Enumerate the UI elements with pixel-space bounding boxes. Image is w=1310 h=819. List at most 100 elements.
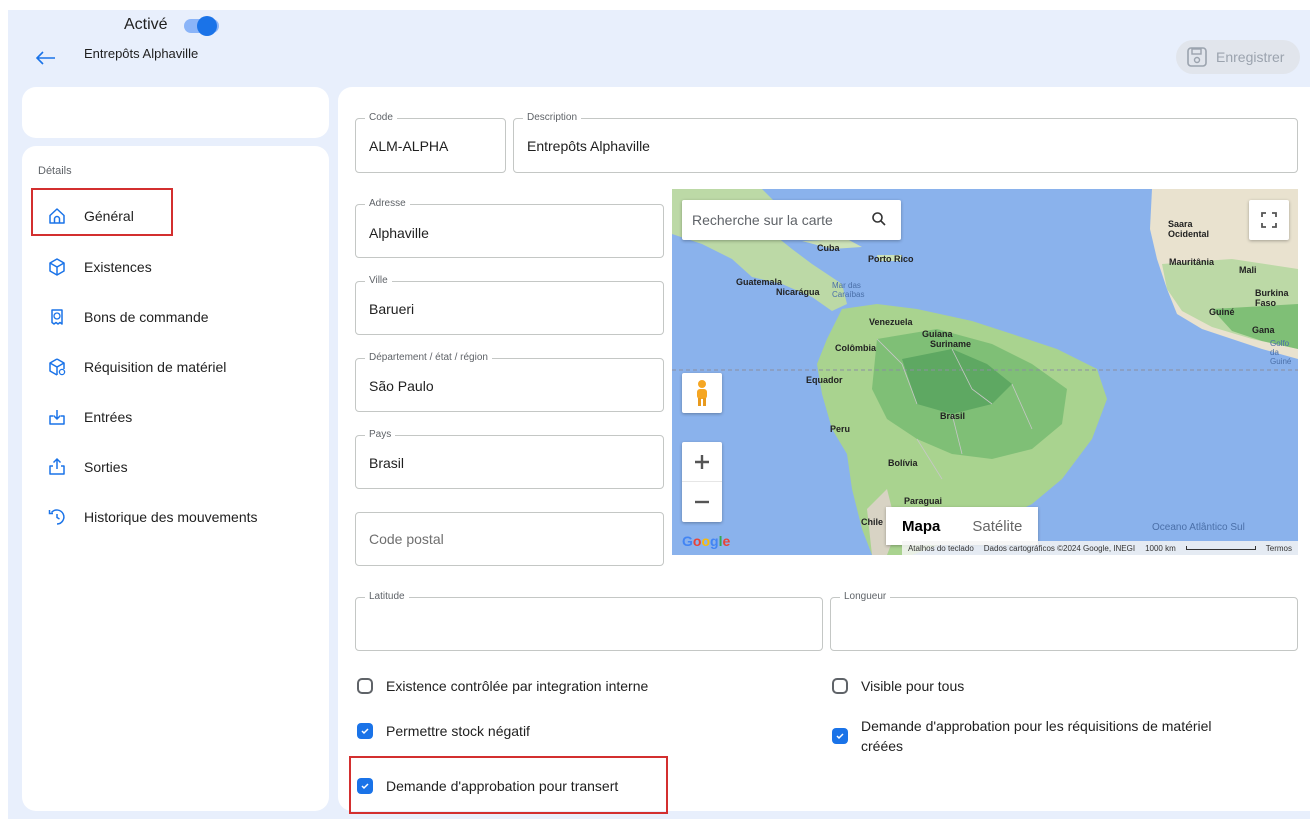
code-field[interactable]: Code ALM-ALPHA (355, 112, 506, 173)
active-toggle-knob[interactable] (197, 16, 217, 36)
internal-integration-label: Existence contrôlée par integration inte… (386, 678, 649, 694)
google-logo: Google (682, 533, 731, 549)
search-icon[interactable] (871, 211, 887, 227)
map-type-satellite[interactable]: Satélite (956, 507, 1038, 545)
code-value: ALM-ALPHA (369, 138, 449, 154)
map-search-input[interactable]: Recherche sur la carte (682, 200, 901, 240)
map-label-guatemala: Guatemala (736, 277, 783, 287)
download-icon (46, 406, 68, 428)
map-label-colombia: Colômbia (835, 343, 877, 353)
zoom-out-button[interactable] (682, 482, 722, 522)
longitude-field[interactable]: Longueur (830, 591, 1298, 651)
region-label: Département / état / région (365, 352, 492, 363)
box-icon (46, 256, 68, 278)
map-label-gana: Gana (1252, 325, 1275, 335)
code-label: Code (365, 112, 397, 123)
city-label: Ville (365, 275, 392, 286)
sidebar-item-exits[interactable]: Sorties (32, 447, 322, 487)
save-label: Enregistrer (1216, 49, 1285, 65)
sidebar-item-movement-history[interactable]: Historique des mouvements (32, 497, 322, 537)
map-label-western-sahara: Saara Ocidental (1168, 219, 1210, 239)
fullscreen-button[interactable] (1249, 200, 1289, 240)
city-value: Barueri (369, 301, 415, 317)
address-value: Alphaville (369, 225, 429, 241)
back-button[interactable] (30, 44, 62, 72)
city-field[interactable]: Ville Barueri (355, 275, 664, 335)
map-label-bolivia: Bolívia (888, 458, 918, 468)
map-type-map[interactable]: Mapa (886, 507, 956, 545)
checkbox-unchecked[interactable] (357, 678, 373, 694)
map-label-equador: Equador (806, 375, 843, 385)
visible-all-checkbox[interactable]: Visible pour tous (832, 676, 964, 696)
map-label-porto-rico: Porto Rico (868, 254, 914, 264)
zoom-controls (682, 442, 722, 522)
map-label-gulf-of-guinea: Golfo da Guiné (1270, 339, 1292, 366)
negative-stock-checkbox[interactable]: Permettre stock négatif (357, 721, 530, 741)
address-field[interactable]: Adresse Alphaville (355, 198, 664, 258)
map-label-brasil: Brasil (940, 411, 966, 421)
latitude-field[interactable]: Latitude (355, 591, 823, 651)
approval-requisitions-checkbox[interactable]: Demande d'approbation pour les réquisiti… (832, 716, 1252, 756)
approval-requisitions-label: Demande d'approbation pour les réquisiti… (861, 718, 1212, 754)
map-label-guiana: Guiana (922, 329, 953, 339)
map-label-venezuela: Venezuela (869, 317, 913, 327)
address-label: Adresse (365, 198, 410, 209)
upload-icon (46, 456, 68, 478)
check-icon (836, 733, 844, 740)
sidebar-item-label: Réquisition de matériel (84, 359, 227, 375)
sidebar-item-existences[interactable]: Existences (32, 247, 322, 287)
map-label-guine: Guiné (1209, 307, 1235, 317)
latitude-label: Latitude (365, 591, 409, 602)
page-title: Entrepôts Alphaville (84, 46, 199, 61)
map-land (672, 189, 1298, 555)
country-value: Brasil (369, 455, 405, 471)
map-label-nicaragua: Nicarágua (776, 287, 820, 297)
map-label-caribbean: Mar das Caraíbas (832, 281, 865, 299)
keyboard-shortcuts-link[interactable]: Atalhos do teclado (908, 544, 974, 553)
region-field[interactable]: Département / état / région São Paulo (355, 352, 664, 412)
region-value: São Paulo (369, 378, 434, 394)
pegman-icon (697, 380, 707, 406)
save-button[interactable]: Enregistrer (1176, 40, 1300, 74)
map-label-suriname: Suriname (930, 339, 972, 349)
sidebar-item-entries[interactable]: Entrées (32, 397, 322, 437)
map-label-chile: Chile (861, 517, 884, 527)
sidebar-item-label: Sorties (84, 459, 128, 475)
sidebar-item-material-requisition[interactable]: Réquisition de matériel (32, 347, 322, 387)
arrow-left-icon (36, 51, 55, 65)
sidebar-section-heading: Détails (38, 165, 72, 177)
map-label-paraguai: Paraguai (904, 496, 943, 506)
map-data-attribution: Dados cartográficos ©2024 Google, INEGI (983, 543, 1136, 553)
description-value: Entrepôts Alphaville (527, 138, 650, 154)
terms-link[interactable]: Termos (1266, 544, 1292, 553)
postal-code-field[interactable]: Code postal (355, 512, 664, 566)
map[interactable]: Cuba Porto Rico Guatemala Nicarágua Mar … (672, 189, 1298, 555)
map-footer: Atalhos do teclado Dados cartográficos ©… (901, 541, 1298, 555)
negative-stock-label: Permettre stock négatif (386, 723, 530, 739)
map-type-control: Mapa Satélite (886, 507, 1039, 545)
description-label: Description (523, 112, 582, 123)
sidebar-item-label: Entrées (84, 409, 133, 425)
map-label-mali: Mali (1239, 265, 1257, 275)
sidebar-item-label: Existences (84, 259, 152, 275)
checkbox-unchecked[interactable] (832, 678, 848, 694)
checkbox-checked[interactable] (832, 728, 848, 744)
description-field[interactable]: Description Entrepôts Alphaville (513, 112, 1298, 173)
map-label-cuba: Cuba (817, 243, 840, 253)
checkbox-checked[interactable] (357, 723, 373, 739)
map-label-mauritania: Mauritânia (1169, 257, 1215, 267)
zoom-in-button[interactable] (682, 442, 722, 482)
map-scale[interactable]: 1000 km (1145, 544, 1176, 553)
longitude-label: Longueur (840, 591, 891, 602)
history-icon (46, 506, 68, 528)
receipt-icon (46, 306, 68, 328)
internal-integration-checkbox[interactable]: Existence contrôlée par integration inte… (357, 676, 648, 696)
active-label: Activé (124, 16, 168, 33)
minus-icon (695, 500, 709, 504)
sidebar-item-purchase-orders[interactable]: Bons de commande (32, 297, 322, 337)
scale-bar (1185, 546, 1256, 550)
country-field[interactable]: Pays Brasil (355, 429, 664, 489)
street-view-button[interactable] (682, 373, 722, 413)
status-card (22, 87, 329, 138)
plus-icon (695, 454, 709, 469)
